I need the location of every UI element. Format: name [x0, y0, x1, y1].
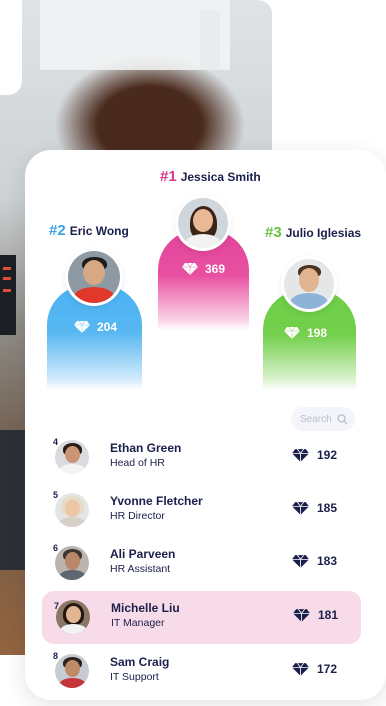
photo-laptop	[0, 430, 26, 570]
podium-third-rank: #3	[265, 224, 282, 241]
list-item[interactable]: 6 Ali Parveen HR Assistant 183	[41, 541, 360, 587]
podium-first-score: 369	[182, 262, 225, 276]
list-score: 181	[293, 608, 338, 622]
podium-second-name: #2 Eric Wong	[49, 222, 129, 239]
avatar	[56, 600, 90, 634]
avatar	[55, 440, 89, 474]
podium-first-score-value: 369	[205, 262, 226, 276]
diamond-icon	[292, 554, 309, 568]
search-icon[interactable]	[337, 413, 348, 425]
list-title: IT Support	[110, 671, 159, 683]
podium-second-rank: #2	[49, 222, 66, 239]
avatar	[55, 546, 89, 580]
leaderboard-card: #1 Jessica Smith #2 Eric Wong #3 Julio Igle…	[25, 150, 386, 700]
list-name: Yvonne Fletcher	[110, 494, 203, 508]
podium-second-score: 204	[74, 320, 117, 334]
list-name: Ali Parveen	[110, 547, 176, 561]
diamond-icon	[292, 662, 309, 676]
podium-first-name-text: Jessica Smith	[180, 170, 261, 184]
podium-first-avatar[interactable]	[175, 195, 231, 251]
diamond-icon	[74, 321, 90, 333]
list-score-value: 181	[318, 608, 339, 622]
list-item[interactable]: 8 Sam Craig IT Support 172	[41, 649, 360, 695]
photo-monitor	[0, 255, 16, 335]
avatar	[55, 493, 89, 527]
list-score-value: 183	[317, 554, 338, 568]
list-title: IT Manager	[111, 617, 165, 629]
list-score: 172	[292, 662, 337, 676]
diamond-icon	[284, 327, 300, 339]
search-input[interactable]: Search	[291, 407, 355, 431]
list-score-value: 192	[317, 448, 338, 462]
podium-third-score-value: 198	[307, 326, 328, 340]
list-score-value: 185	[317, 501, 338, 515]
search-placeholder: Search	[300, 413, 332, 425]
avatar	[68, 251, 120, 303]
list-rank: 6	[53, 543, 59, 553]
podium-third-name: #3 Julio Iglesias	[265, 224, 361, 241]
list-rank: 8	[53, 651, 59, 661]
diamond-icon	[182, 263, 198, 275]
list-title: HR Director	[110, 510, 165, 522]
diamond-icon	[292, 501, 309, 515]
photo-corner-cutout	[0, 0, 22, 95]
podium-third-score: 198	[284, 326, 327, 340]
list-name: Sam Craig	[110, 655, 170, 669]
list-title: Head of HR	[110, 457, 165, 469]
list-item-highlighted[interactable]: 7 Michelle Liu IT Manager 181	[42, 591, 361, 644]
podium-third-avatar[interactable]	[281, 256, 337, 312]
list-score: 185	[292, 501, 337, 515]
list-name: Ethan Green	[110, 441, 182, 455]
photo-beam	[200, 10, 220, 70]
podium-first-rank: #1	[160, 168, 177, 185]
list-score: 183	[292, 554, 337, 568]
list-rank: 4	[53, 437, 59, 447]
list-score-value: 172	[317, 662, 338, 676]
list-title: HR Assistant	[110, 563, 171, 575]
podium-second-avatar[interactable]	[65, 248, 123, 306]
avatar	[55, 654, 89, 688]
list-rank: 5	[53, 490, 59, 500]
diamond-icon	[292, 448, 309, 462]
diamond-icon	[293, 608, 310, 622]
podium-second-score-value: 204	[97, 320, 118, 334]
list-item[interactable]: 5 Yvonne Fletcher HR Director 185	[41, 488, 360, 534]
list-item[interactable]: 4 Ethan Green Head of HR 192	[41, 435, 360, 481]
podium-first-name: #1 Jessica Smith	[160, 168, 261, 185]
list-score: 192	[292, 448, 337, 462]
avatar	[178, 198, 228, 248]
podium-third-name-text: Julio Iglesias	[285, 226, 362, 240]
list-name: Michelle Liu	[111, 601, 180, 615]
avatar	[284, 259, 334, 309]
podium-second-name-text: Eric Wong	[69, 224, 129, 238]
